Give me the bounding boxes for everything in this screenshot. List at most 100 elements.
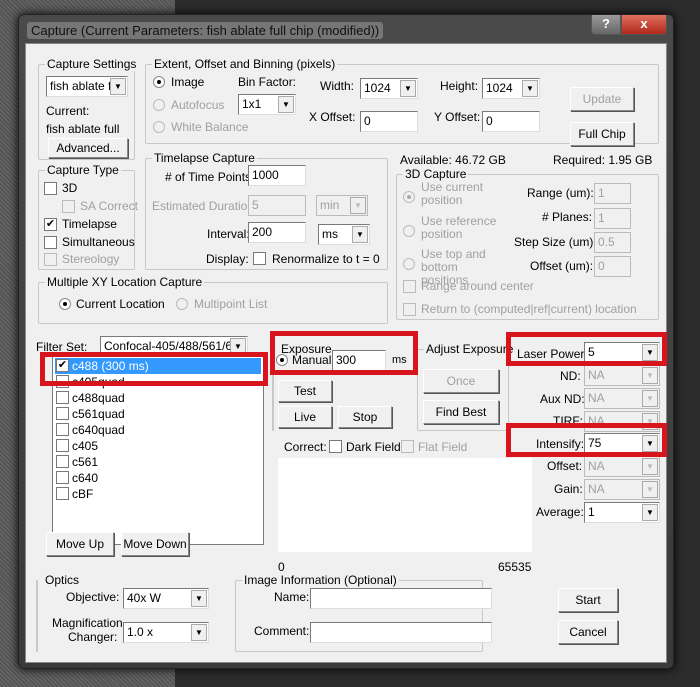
- height-select[interactable]: 1024 ▼: [482, 78, 540, 99]
- filter-checkbox[interactable]: [56, 471, 69, 484]
- chevron-down-icon: ▼: [191, 590, 207, 607]
- x-offset-input[interactable]: 0: [360, 111, 418, 132]
- filter-checkbox[interactable]: [56, 391, 69, 404]
- mode-white-balance-radio[interactable]: [153, 121, 165, 133]
- filter-list-item[interactable]: c640: [55, 470, 261, 486]
- bin-factor-value: 1x1: [242, 97, 262, 111]
- offset-select[interactable]: NA ▼: [584, 456, 660, 477]
- filter-list-item[interactable]: cBF: [55, 486, 261, 502]
- gain-select[interactable]: NA ▼: [584, 479, 660, 500]
- use-reference-position-radio[interactable]: [403, 225, 415, 237]
- simultaneous-checkbox[interactable]: [44, 236, 57, 249]
- flat-field-label: Flat Field: [418, 440, 468, 454]
- use-top-bottom-radio[interactable]: [403, 258, 415, 270]
- start-button[interactable]: Start: [558, 588, 618, 612]
- xy-location-legend: Multiple XY Location Capture: [45, 275, 205, 289]
- use-current-position-radio[interactable]: [403, 191, 415, 203]
- interval-input[interactable]: 200: [248, 222, 306, 243]
- close-button[interactable]: x: [621, 15, 667, 35]
- correct-label: Correct:: [284, 440, 327, 454]
- help-button[interactable]: ?: [591, 15, 621, 35]
- step-size-input[interactable]: 0.5: [594, 232, 631, 253]
- filter-checkbox[interactable]: [56, 407, 69, 420]
- name-label: Name:: [274, 590, 310, 604]
- width-value: 1024: [364, 81, 391, 95]
- timelapse-label: Timelapse: [62, 217, 117, 231]
- duration-label: Estimated Duration:: [152, 199, 258, 213]
- adjust-exposure-legend: Adjust Exposure: [424, 342, 516, 356]
- aux-nd-select[interactable]: NA ▼: [584, 388, 660, 409]
- duration-unit-select[interactable]: min ▼: [316, 195, 368, 216]
- mode-image-radio[interactable]: [153, 76, 165, 88]
- update-button[interactable]: Update: [570, 87, 634, 111]
- flat-field-checkbox[interactable]: [401, 440, 414, 453]
- objective-select[interactable]: 40x W ▼: [123, 588, 209, 609]
- timelapse-checkbox[interactable]: ✔: [44, 218, 57, 231]
- sa-correct-label: SA Correct: [80, 199, 139, 213]
- duration-input[interactable]: 5: [248, 195, 306, 216]
- filter-checkbox[interactable]: [56, 439, 69, 452]
- filter-list-item[interactable]: c640quad: [55, 422, 261, 438]
- histogram-max: 65535: [498, 560, 532, 574]
- capture-settings-legend: Capture Settings: [45, 57, 139, 71]
- filter-checkbox[interactable]: [56, 487, 69, 500]
- use-current-position-label: Use current position: [421, 180, 484, 207]
- y-offset-input[interactable]: 0: [482, 111, 540, 132]
- capture-type-legend: Capture Type: [45, 163, 121, 177]
- filter-list-item[interactable]: c488quad: [55, 390, 261, 406]
- range-around-center-checkbox[interactable]: [403, 280, 416, 293]
- move-down-button[interactable]: Move Down: [121, 532, 189, 556]
- interval-label: Interval:: [207, 227, 250, 241]
- chevron-down-icon: ▼: [522, 80, 538, 97]
- capture-settings-select[interactable]: fish ablate fu ▼: [46, 76, 128, 97]
- renormalize-checkbox[interactable]: [253, 252, 266, 265]
- range-input[interactable]: 1: [594, 183, 631, 204]
- stereology-checkbox[interactable]: [44, 253, 57, 266]
- mode-autofocus-radio[interactable]: [153, 99, 165, 111]
- gain-value: NA: [588, 482, 605, 496]
- changer-label: Changer:: [68, 630, 118, 644]
- magnification-select[interactable]: 1.0 x ▼: [123, 622, 209, 643]
- filter-list-item[interactable]: c561quad: [55, 406, 261, 422]
- full-chip-button[interactable]: Full Chip: [570, 122, 634, 146]
- dark-field-checkbox[interactable]: [329, 440, 342, 453]
- nd-value: NA: [588, 368, 605, 382]
- comment-input[interactable]: [310, 622, 492, 643]
- filter-list-item[interactable]: c405: [55, 438, 261, 454]
- nd-select[interactable]: NA ▼: [584, 365, 660, 386]
- planes-label: # Planes:: [542, 210, 593, 224]
- histogram-area: [278, 458, 532, 552]
- filter-checkbox[interactable]: [56, 455, 69, 468]
- test-button[interactable]: Test: [278, 380, 332, 402]
- offset-um-input[interactable]: 0: [594, 256, 631, 277]
- return-location-checkbox[interactable]: [403, 303, 416, 316]
- gain-label: Gain:: [554, 482, 583, 496]
- stop-button[interactable]: Stop: [338, 406, 392, 428]
- filter-list-item[interactable]: c561: [55, 454, 261, 470]
- name-input[interactable]: [310, 588, 492, 609]
- width-select[interactable]: 1024 ▼: [360, 78, 418, 99]
- chevron-down-icon: ▼: [352, 226, 368, 243]
- sa-correct-checkbox[interactable]: [62, 200, 75, 213]
- time-points-input[interactable]: 1000: [248, 165, 306, 186]
- interval-unit-select[interactable]: ms ▼: [318, 224, 370, 245]
- current-location-radio[interactable]: [59, 298, 71, 310]
- move-up-button[interactable]: Move Up: [46, 532, 114, 556]
- bin-factor-select[interactable]: 1x1 ▼: [238, 94, 296, 115]
- filter-checkbox[interactable]: [56, 423, 69, 436]
- interval-unit-value: ms: [322, 227, 338, 241]
- mode-autofocus-label: Autofocus: [171, 98, 225, 112]
- advanced-button[interactable]: Advanced...: [48, 138, 128, 158]
- filter-item-label: c640: [72, 471, 99, 485]
- highlight-laser-power: [506, 332, 667, 366]
- planes-input[interactable]: 1: [594, 208, 631, 229]
- title-bar[interactable]: Capture (Current Parameters: fish ablate…: [19, 15, 673, 43]
- find-best-button[interactable]: Find Best: [423, 400, 499, 424]
- once-button[interactable]: Once: [423, 369, 499, 393]
- chevron-down-icon: ▼: [642, 481, 658, 498]
- live-button[interactable]: Live: [278, 406, 332, 428]
- 3d-checkbox[interactable]: [44, 182, 57, 195]
- multipoint-list-radio[interactable]: [176, 298, 188, 310]
- cancel-button[interactable]: Cancel: [558, 620, 618, 644]
- average-select[interactable]: 1 ▼: [584, 502, 660, 523]
